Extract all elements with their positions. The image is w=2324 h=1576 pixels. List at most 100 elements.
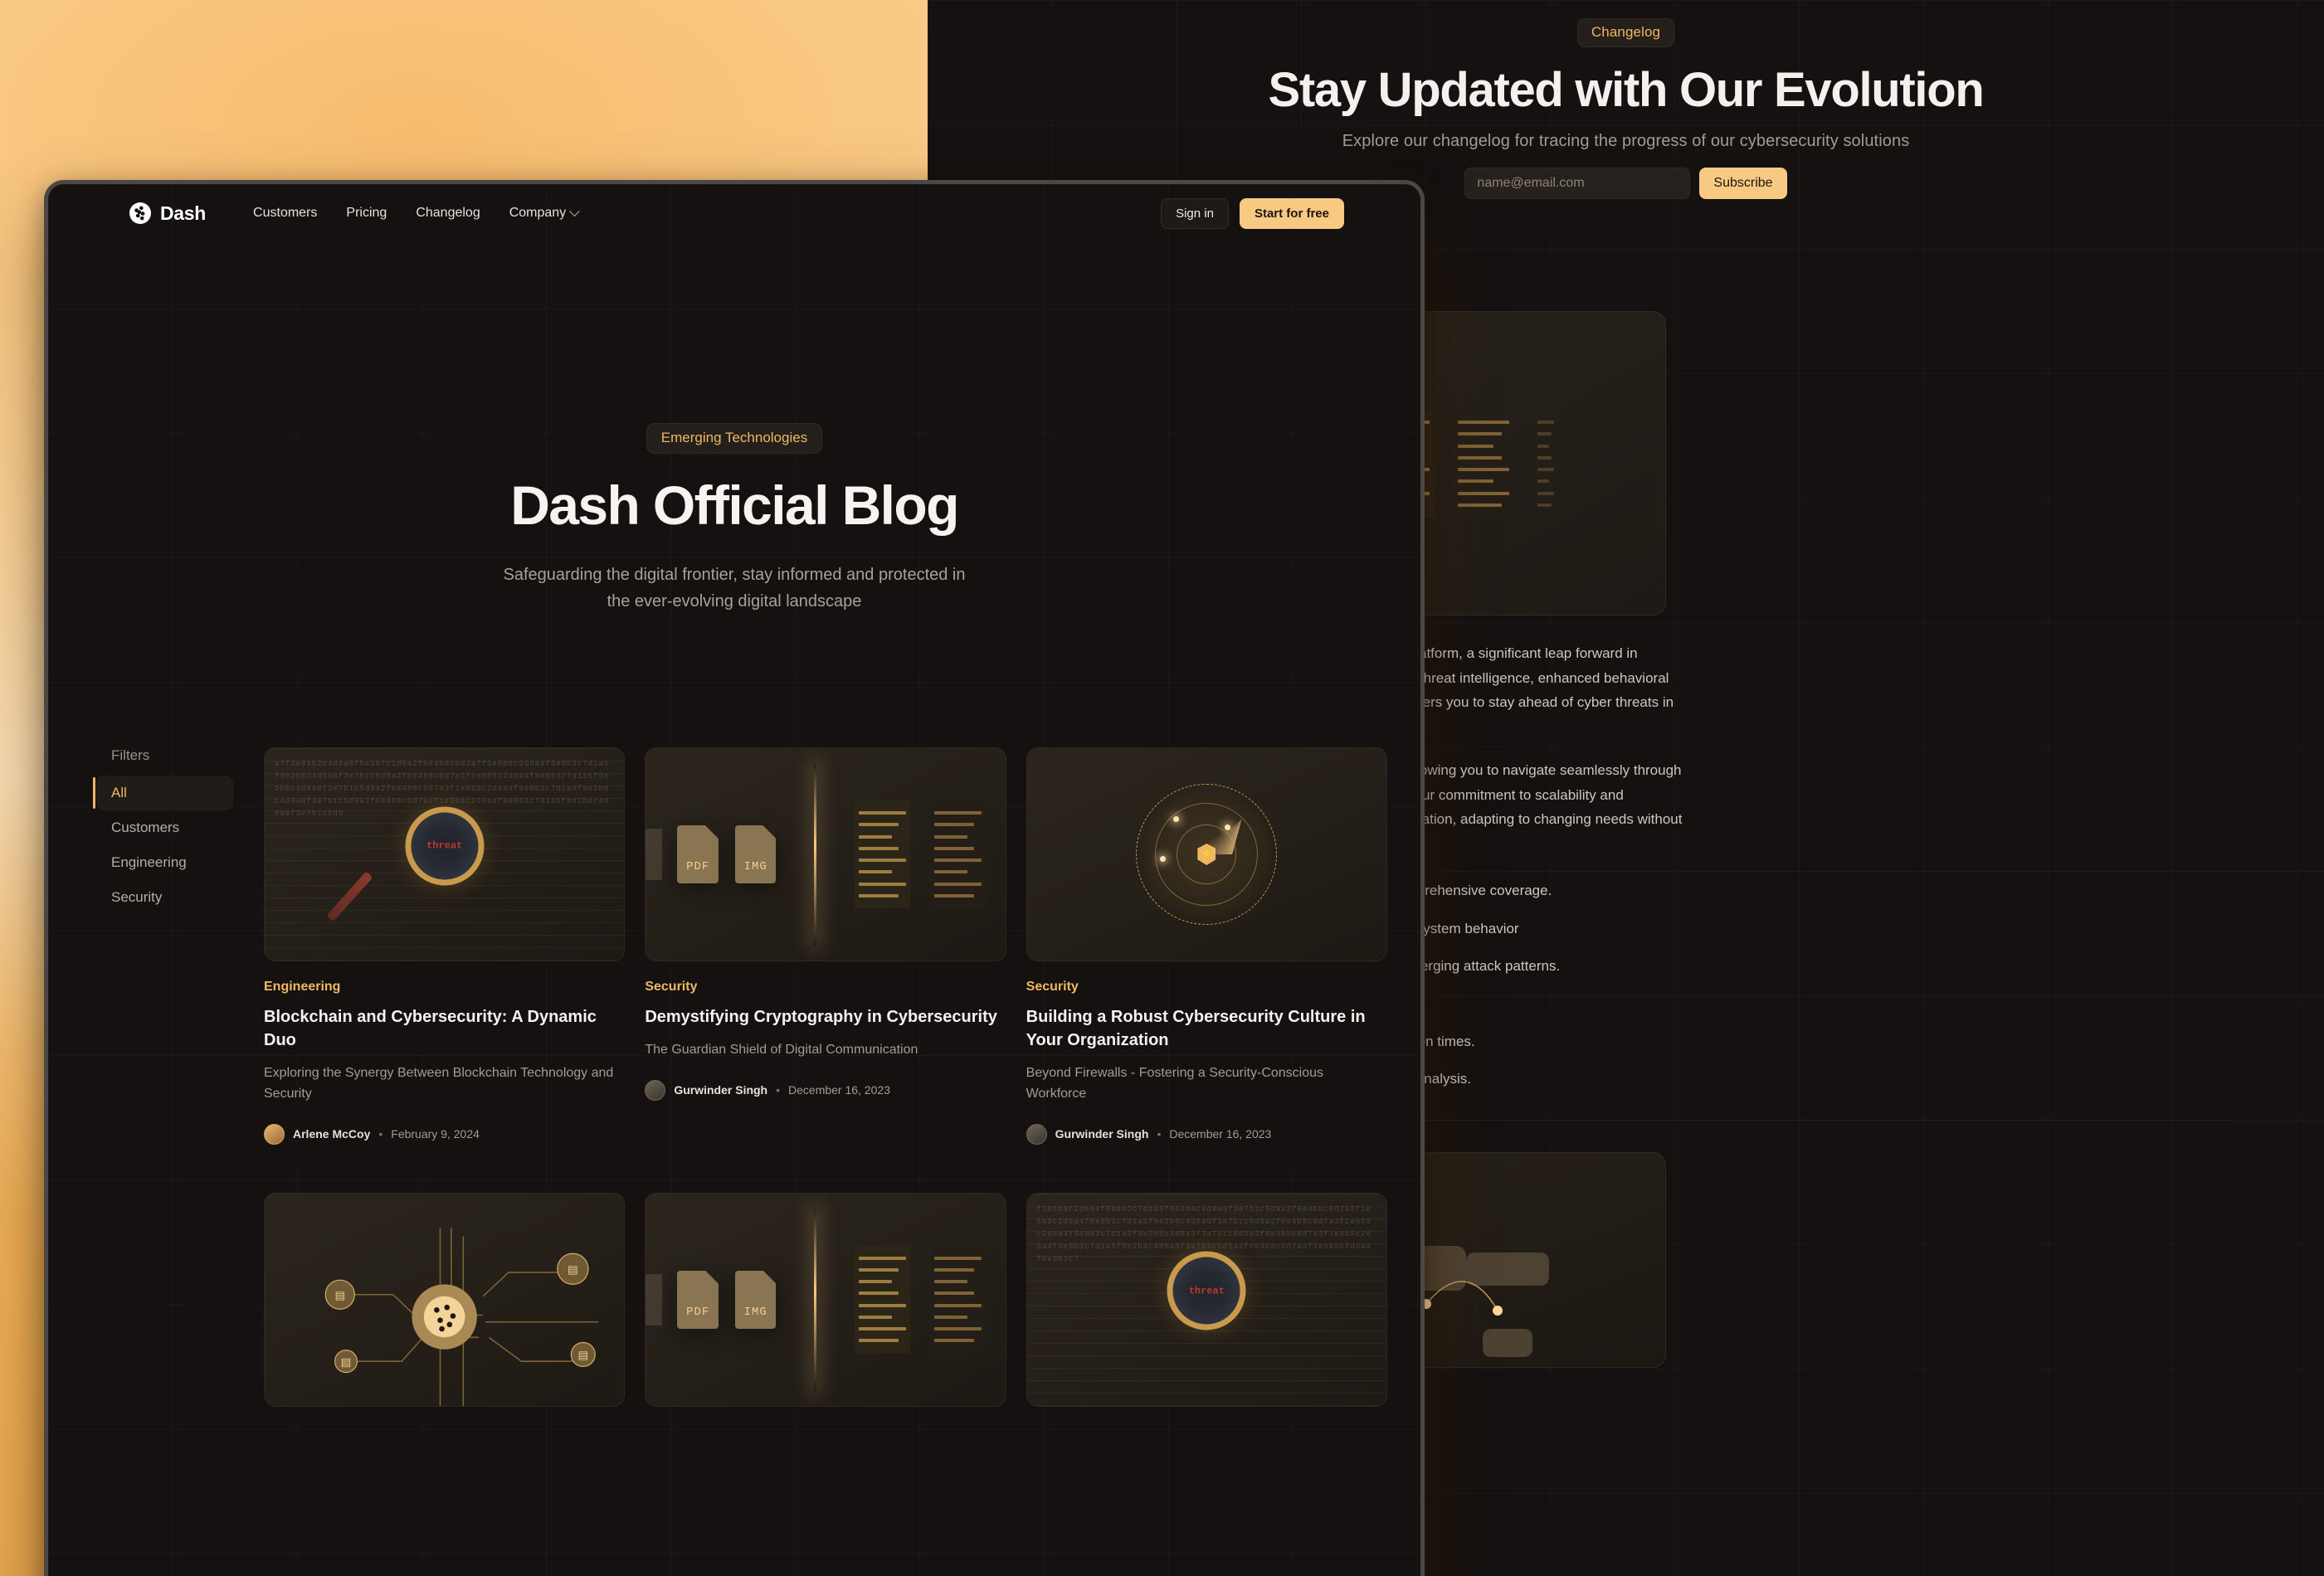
radar-blip [1173,816,1180,822]
post-author: Arlene McCoy [293,1127,371,1141]
blog-content: Filters All Customers Engineering Securi… [48,747,1420,1407]
nav-item-company[interactable]: Company [509,205,581,221]
post-title: Blockchain and Cybersecurity: A Dynamic … [264,1008,597,1049]
cipher-column [855,1245,910,1354]
post-meta: Gurwinder Singh • December 16, 2023 [645,1079,1006,1101]
img-file-icon: IMG [735,825,777,883]
blog-page: Dash Customers Pricing Changelog Company… [48,184,1420,1576]
blog-hero-subtitle: Safeguarding the digital frontier, stay … [48,562,1420,615]
post-meta: Gurwinder Singh • December 16, 2023 [1026,1123,1387,1145]
threat-keyword: threat [1188,1285,1225,1297]
brand-name: Dash [160,202,207,224]
post-card[interactable]: f1e5b9c2d6a4f8e0b3c7d1a5f9e2b6c4d8a0f3e7… [1026,1192,1387,1407]
page-fold-icon [704,1270,719,1284]
post-card[interactable]: a7f3e91b2c4d8a0f5e3b7c1d9a2f6e4b8c0d3a7f… [264,747,626,1145]
post-thumbnail-radar: ⚡ [1026,747,1387,961]
svg-text:▤: ▤ [341,1355,352,1368]
post-card[interactable]: ▤ ▤ ▤ ▤ [264,1192,626,1407]
sidebar-item-engineering[interactable]: Engineering [96,845,233,880]
nav-links: Customers Pricing Changelog Company [253,205,581,221]
changelog-hero: Changelog Stay Updated with Our Evolutio… [928,0,2324,200]
post-description: The Guardian Shield of Digital Communica… [645,1043,918,1057]
meta-separator: • [378,1127,383,1141]
post-card[interactable]: ⚡ Security Building a Robust Cybersecuri… [1026,747,1387,1145]
blog-hero-pill: Emerging Technologies [646,423,823,454]
shield-bolt-icon: ⚡ [1197,844,1216,865]
post-title: Building a Robust Cybersecurity Culture … [1026,1008,1366,1049]
post-thumbnail-circuit: ▤ ▤ ▤ ▤ [264,1192,626,1407]
post-category: Security [645,980,698,994]
svg-text:▤: ▤ [568,1263,578,1276]
radar-icon: ⚡ [1136,784,1278,925]
page-title: Dash Official Blog [510,474,959,536]
post-date: February 9, 2024 [391,1127,480,1141]
encryption-beam [814,763,817,946]
svg-text:▤: ▤ [577,1349,588,1361]
circuit-network-icon: ▤ ▤ ▤ ▤ [324,1227,599,1406]
cipher-column [1533,410,1558,518]
post-date: December 16, 2023 [788,1083,890,1097]
page-fold-icon [762,825,777,839]
magnifier-icon: threat [1167,1251,1246,1330]
img-file-icon: IMG [735,1270,777,1329]
avatar [264,1123,285,1145]
page-fold-icon [762,1270,777,1284]
nav-actions: Sign in Start for free [1161,197,1344,229]
nav-item-pricing[interactable]: Pricing [346,206,387,221]
post-date: December 16, 2023 [1169,1127,1272,1141]
post-meta: Arlene McCoy • February 9, 2024 [264,1123,625,1145]
cipher-column [929,800,986,908]
cipher-column [855,800,910,908]
subscribe-button[interactable]: Subscribe [1699,168,1787,200]
pdf-file-icon: PDF [677,825,719,883]
page-fold-icon [704,825,719,839]
pdf-label: PDF [686,1305,710,1319]
meta-separator: • [1157,1127,1162,1141]
filters-sidebar: Filters All Customers Engineering Securi… [93,747,233,1407]
radar-blip [1225,824,1231,830]
post-description: Beyond Firewalls - Fostering a Security-… [1026,1066,1324,1101]
post-category: Security [1026,980,1079,994]
subtitle-line-2: the ever-evolving digital landscape [607,592,862,610]
cipher-column [1454,409,1513,518]
changelog-pill: Changelog [1576,18,1675,47]
subtitle-line-1: Safeguarding the digital frontier, stay … [503,566,966,584]
sidebar-item-customers[interactable]: Customers [96,810,233,845]
nav-item-changelog[interactable]: Changelog [416,206,480,221]
threat-keyword: threat [426,839,463,852]
avatar [1026,1123,1047,1145]
sign-in-button[interactable]: Sign in [1161,197,1229,229]
blog-hero: Emerging Technologies Dash Official Blog… [48,242,1420,615]
post-category: Engineering [264,980,341,994]
post-title: Demystifying Cryptography in Cybersecuri… [645,1008,997,1026]
start-for-free-button[interactable]: Start for free [1239,197,1344,229]
post-author: Gurwinder Singh [1055,1127,1149,1141]
img-label: IMG [743,1305,767,1319]
svg-text:▤: ▤ [334,1288,345,1301]
email-input[interactable] [1464,168,1691,200]
post-thumbnail-magnifier: a7f3e91b2c4d8a0f5e3b7c1d9a2f6e4b8c0d3a7f… [264,747,626,961]
navbar: Dash Customers Pricing Changelog Company… [48,184,1420,242]
post-description: Exploring the Synergy Between Blockchain… [264,1066,614,1101]
post-grid: a7f3e91b2c4d8a0f5e3b7c1d9a2f6e4b8c0d3a7f… [264,747,1387,1407]
post-thumbnail-encryption: PDF IMG [645,747,1006,961]
magnifier-icon: threat [405,806,485,886]
post-card[interactable]: PDF IMG Security Demystifying Cryptograp… [645,747,1006,1145]
changelog-title: Stay Updated with Our Evolution [1268,63,1985,117]
post-card[interactable]: PDF IMG [645,1192,1006,1407]
nav-item-customers[interactable]: Customers [253,206,317,221]
dash-logo-icon [129,202,151,224]
sidebar-item-security[interactable]: Security [96,880,233,915]
sidebar-item-all[interactable]: All [93,776,233,810]
pdf-file-icon: PDF [677,1270,719,1329]
changelog-subtitle: Explore our changelog for tracing the pr… [1342,132,1910,151]
encryption-beam [814,1208,817,1391]
brand[interactable]: Dash [129,202,206,225]
cipher-column [929,1245,986,1354]
file-encryption-illustration: PDF IMG [646,748,1005,961]
nav-item-company-label: Company [509,206,567,220]
file-edge-icon [646,829,663,880]
radar-blip [1160,856,1167,862]
chevron-down-icon [569,205,581,216]
radar-sweep-icon [1206,784,1277,854]
